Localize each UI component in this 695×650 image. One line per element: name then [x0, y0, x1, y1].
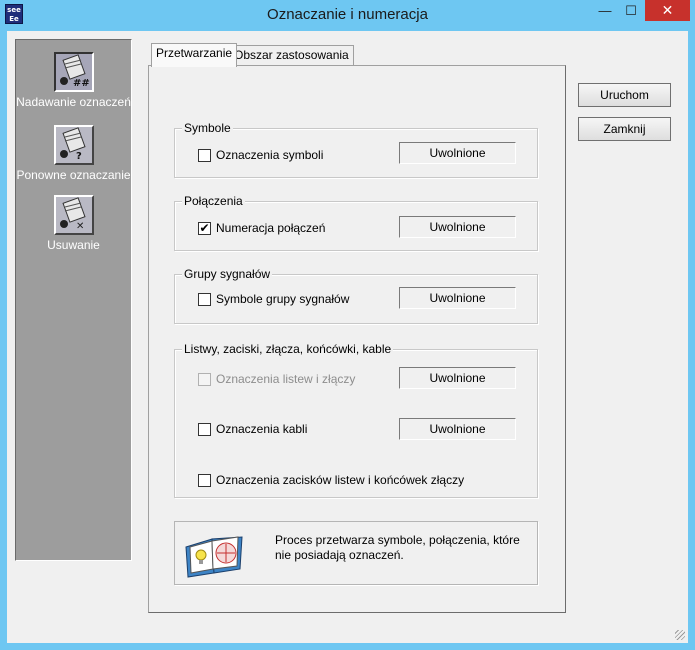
- checkbox-box[interactable]: [198, 148, 211, 162]
- checkbox-label: Oznaczenia listew i złączy: [216, 372, 356, 386]
- checkbox-label: Numeracja połączeń: [216, 221, 326, 235]
- mode-label-delete: Usuwanie: [47, 238, 100, 252]
- group-grupy-sygnalow: Grupy sygnałów Symbole grupy sygnałów Uw…: [174, 267, 538, 324]
- tab-obszar-zastosowania[interactable]: Obszar zastosowania: [229, 45, 354, 66]
- dialog-client-area: ## Nadawanie oznaczeń ? Ponowne oznaczan…: [7, 31, 688, 643]
- mode-item-renumbering[interactable]: ? Ponowne oznaczanie: [16, 125, 131, 182]
- terminal-strip-markings-checkbox[interactable]: Oznaczenia listew i złączy: [198, 372, 355, 386]
- group-listwy: Listwy, zaciski, złącza, końcówki, kable…: [174, 342, 538, 498]
- svg-text:?: ?: [76, 151, 82, 162]
- checkbox-box[interactable]: ✔: [198, 221, 211, 235]
- minimize-button[interactable]: —: [592, 0, 618, 21]
- checkbox-box[interactable]: [198, 422, 211, 436]
- tip-text: Proces przetwarza symbole, połączenia, k…: [275, 533, 520, 562]
- terminal-pin-markings-checkbox[interactable]: Oznaczenia zacisków listew i końcówek zł…: [198, 473, 464, 487]
- resize-grip[interactable]: [675, 630, 685, 640]
- group-legend-symbole: Symbole: [182, 121, 233, 135]
- group-symbole: Symbole Oznaczenia symboli Uwolnione: [174, 121, 538, 178]
- run-button[interactable]: Uruchom: [578, 83, 671, 107]
- tab-panel: Symbole Oznaczenia symboli Uwolnione Poł…: [148, 65, 566, 613]
- renumbering-icon: ?: [53, 125, 94, 165]
- close-button[interactable]: Zamknij: [578, 117, 671, 141]
- status-kable: Uwolnione: [399, 418, 516, 440]
- checkbox-box[interactable]: [198, 372, 211, 386]
- checkbox-label: Oznaczenia symboli: [216, 148, 324, 162]
- title-bar[interactable]: see Ee Oznaczanie i numeracja — ☐ ✕: [0, 0, 695, 31]
- connection-numbering-checkbox[interactable]: ✔ Numeracja połączeń: [198, 221, 325, 235]
- symbol-markings-checkbox[interactable]: Oznaczenia symboli: [198, 148, 323, 162]
- status-listwy: Uwolnione: [399, 367, 516, 389]
- group-legend-listwy: Listwy, zaciski, złącza, końcówki, kable: [182, 342, 394, 356]
- svg-text:##: ##: [73, 78, 90, 89]
- group-legend-polaczenia: Połączenia: [182, 194, 245, 208]
- status-grupy: Uwolnione: [399, 287, 516, 309]
- mode-label-renumbering: Ponowne oznaczanie: [16, 168, 131, 182]
- status-polaczenia: Uwolnione: [399, 216, 516, 238]
- mode-panel: ## Nadawanie oznaczeń ? Ponowne oznaczan…: [15, 39, 132, 561]
- numbering-icon: ##: [53, 52, 94, 92]
- checkbox-box[interactable]: [198, 473, 211, 487]
- checkbox-box[interactable]: [198, 292, 211, 306]
- group-polaczenia: Połączenia ✔ Numeracja połączeń Uwolnion…: [174, 194, 538, 251]
- svg-text:✕: ✕: [76, 221, 84, 232]
- delete-markings-icon: ✕: [53, 195, 94, 235]
- mode-item-delete[interactable]: ✕ Usuwanie: [16, 195, 131, 252]
- mode-item-numbering[interactable]: ## Nadawanie oznaczeń: [16, 52, 131, 109]
- checkbox-label: Oznaczenia kabli: [216, 422, 308, 436]
- tip-of-the-day-book-icon: [185, 536, 243, 578]
- close-window-button[interactable]: ✕: [645, 0, 690, 21]
- signal-group-symbols-checkbox[interactable]: Symbole grupy sygnałów: [198, 292, 349, 306]
- window-title: Oznaczanie i numeracja: [267, 6, 428, 23]
- checkbox-label: Symbole grupy sygnałów: [216, 292, 350, 306]
- maximize-button[interactable]: ☐: [618, 0, 644, 21]
- tip-box: Proces przetwarza symbole, połączenia, k…: [174, 521, 538, 585]
- cable-markings-checkbox[interactable]: Oznaczenia kabli: [198, 422, 307, 436]
- tab-przetwarzanie[interactable]: Przetwarzanie: [151, 43, 238, 67]
- mode-label-numbering: Nadawanie oznaczeń: [16, 95, 131, 109]
- checkbox-label: Oznaczenia zacisków listew i końcówek zł…: [216, 473, 465, 487]
- group-legend-grupy: Grupy sygnałów: [182, 267, 273, 281]
- status-symbole: Uwolnione: [399, 142, 516, 164]
